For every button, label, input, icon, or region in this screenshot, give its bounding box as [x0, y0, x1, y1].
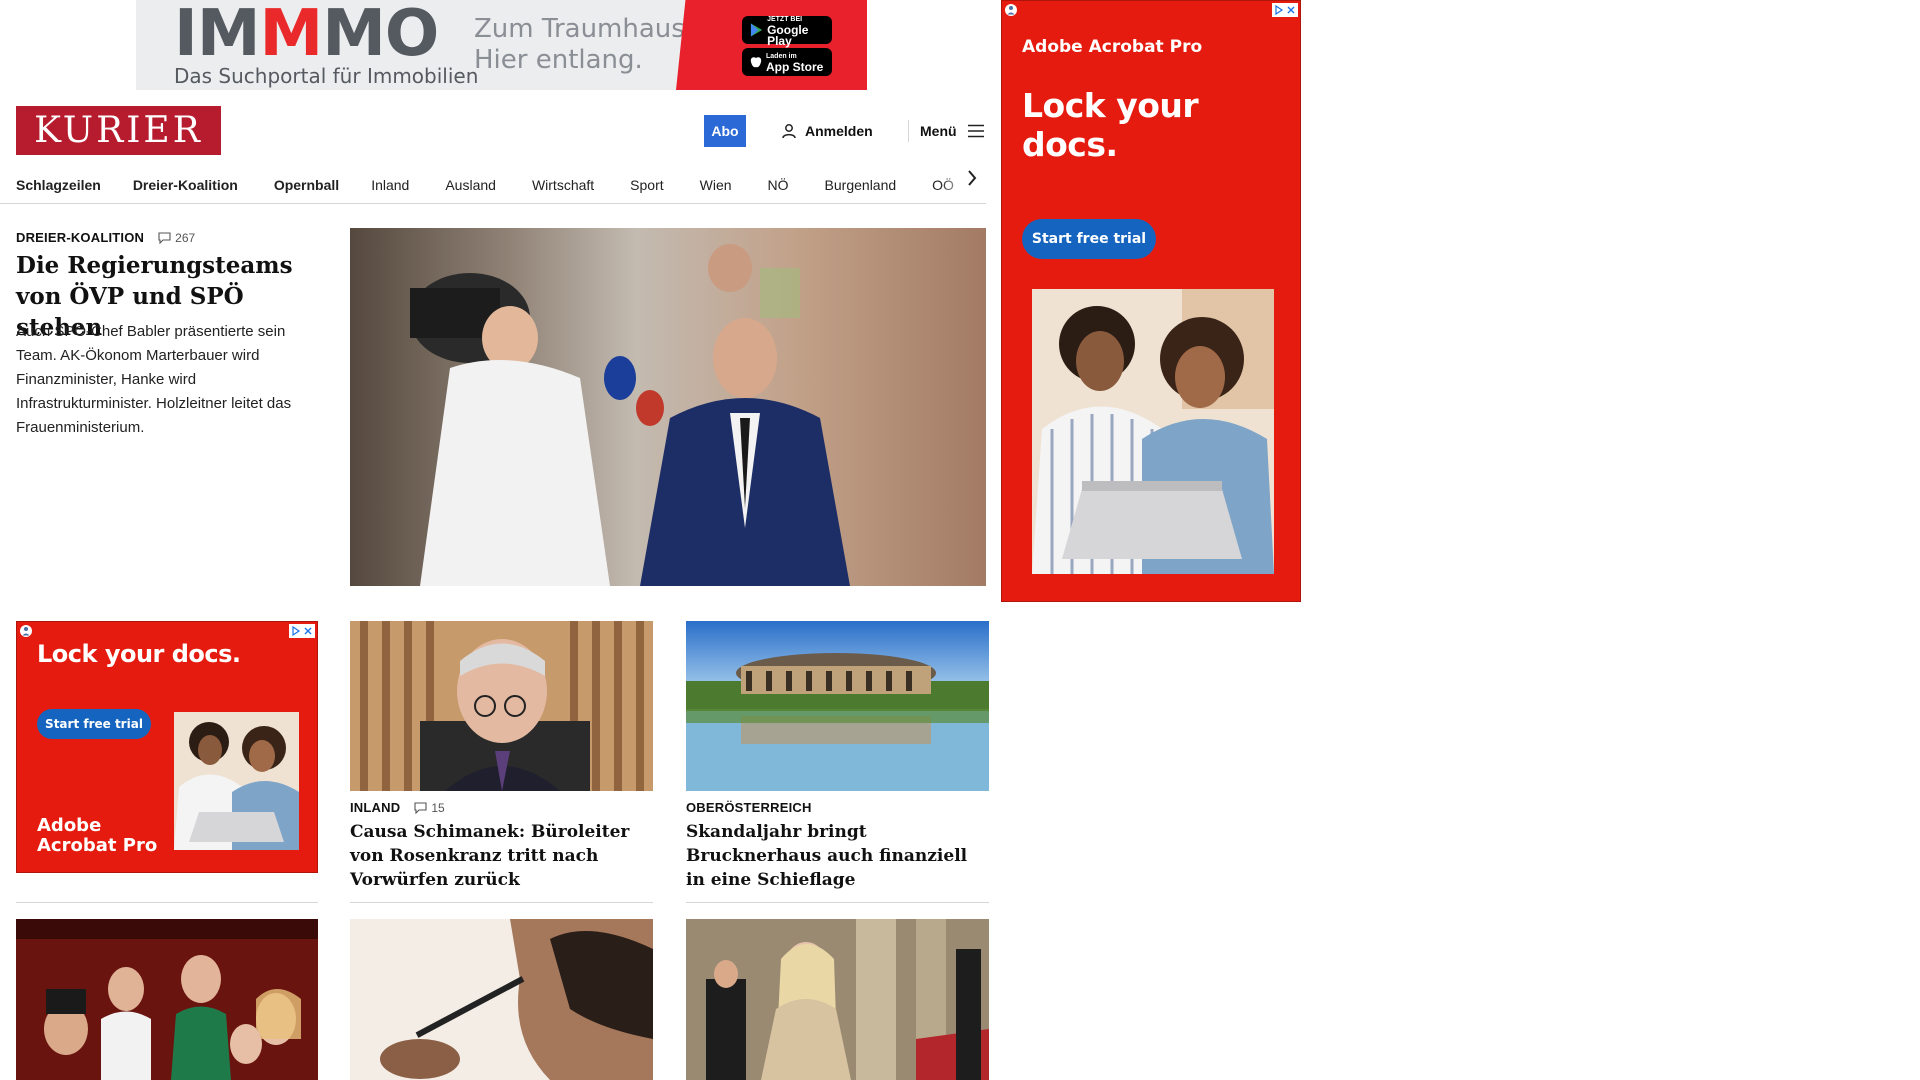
close-icon: [1287, 6, 1295, 14]
lead-kicker-row: DREIER-KOALITION 267: [16, 230, 195, 245]
inline-ad[interactable]: Lock your docs. Start free trial Adobe A…: [16, 621, 318, 873]
app-store-badge[interactable]: Laden im App Store: [742, 48, 832, 76]
hamburger-icon: [967, 124, 984, 138]
lead-photo-art: [350, 228, 986, 586]
card-photo-ballgast[interactable]: [686, 919, 989, 1080]
inline-ad-headline: Lock your docs.: [37, 640, 241, 668]
abo-button[interactable]: Abo: [704, 115, 746, 147]
lead-photo[interactable]: [350, 228, 986, 586]
ad-people-photo: [1032, 289, 1274, 574]
nav-border: [0, 203, 986, 204]
ad-start-trial-button[interactable]: Start free trial: [1022, 219, 1156, 259]
row-divider: [16, 902, 318, 903]
card-kicker[interactable]: INLAND: [350, 800, 400, 815]
lead-teaser: Auch SPÖ-Chef Babler präsentierte sein T…: [16, 323, 292, 436]
inline-ad-start-trial-button[interactable]: Start free trial: [37, 709, 151, 739]
google-play-badge[interactable]: JETZT BEI Google Play: [742, 16, 832, 47]
nav-scroll-right[interactable]: [966, 168, 978, 194]
ad-brand: Adobe Acrobat Pro: [1022, 37, 1203, 57]
card-photo-opernball[interactable]: [16, 919, 318, 1080]
row-divider: [686, 902, 989, 903]
right-sidebar-ad[interactable]: Adobe Acrobat Pro Lock your docs. Start …: [1001, 0, 1301, 602]
nav-item-inland[interactable]: Inland: [371, 177, 409, 193]
card-kicker-row: INLAND 15: [350, 800, 445, 815]
adchoices-badge[interactable]: [289, 624, 315, 638]
google-play-icon: [750, 23, 763, 37]
card-headline[interactable]: Causa Schimanek: Büroleiter von Rosenkra…: [350, 820, 653, 892]
section-nav: Schlagzeilen Dreier-Koalition Opernball …: [16, 166, 986, 204]
card-photo-vape[interactable]: [350, 919, 653, 1080]
user-icon: [782, 124, 796, 139]
comment-icon: [414, 801, 427, 814]
adchoices-icon: [1275, 5, 1284, 15]
ad-headline: Lock your docs.: [1022, 86, 1199, 164]
inline-ad-photo: [174, 712, 299, 850]
nav-item-dreier-koalition[interactable]: Dreier-Koalition: [133, 177, 238, 193]
lead-kicker[interactable]: DREIER-KOALITION: [16, 230, 144, 245]
nav-item-schlagzeilen[interactable]: Schlagzeilen: [16, 177, 101, 193]
login-button[interactable]: Anmelden: [781, 118, 873, 144]
nav-item-wien[interactable]: Wien: [700, 177, 732, 193]
apple-icon: [750, 57, 762, 68]
login-label: Anmelden: [805, 123, 873, 139]
close-icon: [304, 627, 312, 635]
adchoices-icon: [292, 626, 301, 636]
card-kicker-row: OBERÖSTERREICH: [686, 800, 812, 815]
lead-comment-count[interactable]: 267: [158, 231, 195, 245]
row-divider: [350, 902, 653, 903]
card-kicker[interactable]: OBERÖSTERREICH: [686, 800, 812, 815]
immmo-slogan: Zum Traumhaus? Hier entlang.: [474, 14, 699, 75]
card-photo-brucknerhaus[interactable]: [686, 621, 989, 791]
card-photo-schimanek[interactable]: [350, 621, 653, 791]
immmo-logo: IMMMO: [174, 0, 439, 71]
card-comment-count[interactable]: 15: [414, 801, 445, 815]
nav-item-burgenland[interactable]: Burgenland: [825, 177, 897, 193]
nav-item-opernball[interactable]: Opernball: [274, 177, 339, 193]
nav-item-ausland[interactable]: Ausland: [445, 177, 496, 193]
immmo-subtitle: Das Suchportal für Immobilien: [174, 64, 479, 88]
menu-label: Menü: [920, 123, 957, 139]
ad-info-icon[interactable]: [19, 624, 33, 643]
menu-button[interactable]: Menü: [920, 118, 985, 144]
kurier-logo[interactable]: KURIER: [16, 106, 221, 155]
adchoices-badge[interactable]: [1272, 3, 1298, 17]
inline-ad-brand: Adobe Acrobat Pro: [37, 815, 158, 856]
card-headline[interactable]: Skandaljahr bringt Brucknerhaus auch fin…: [686, 820, 989, 892]
top-banner-ad[interactable]: IMMMO Das Suchportal für Immobilien Zum …: [136, 0, 867, 90]
nav-item-wirtschaft[interactable]: Wirtschaft: [532, 177, 594, 193]
header-divider: [908, 120, 909, 142]
ad-info-icon[interactable]: [1004, 3, 1018, 22]
nav-item-sport[interactable]: Sport: [630, 177, 663, 193]
nav-item-noe[interactable]: NÖ: [768, 177, 789, 193]
comment-icon: [158, 231, 171, 244]
chevron-right-icon: [968, 170, 977, 186]
